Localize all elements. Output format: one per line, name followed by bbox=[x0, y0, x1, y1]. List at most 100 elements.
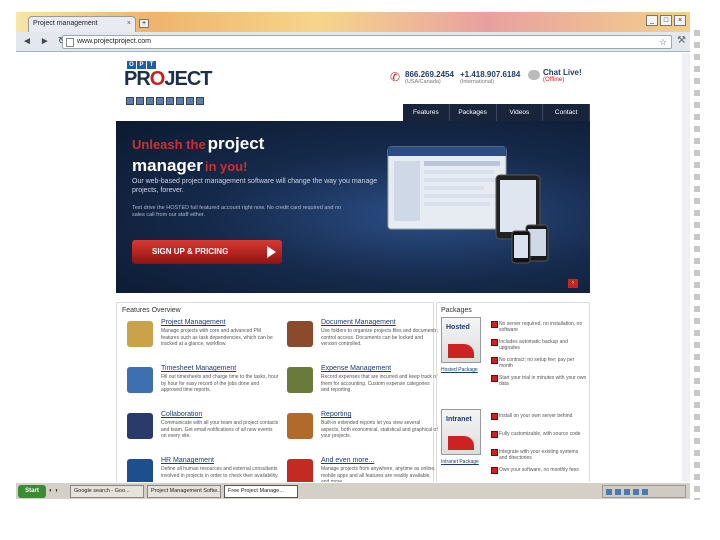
feature-item[interactable]: Timesheet Management Fill out timesheets … bbox=[123, 365, 278, 411]
feature-title[interactable]: Expense Management bbox=[321, 365, 391, 372]
package-item[interactable]: Intranet Intranet Package bbox=[441, 409, 485, 465]
package-feature-check: Start your trial in minutes with your ow… bbox=[491, 375, 587, 387]
start-button[interactable]: Start bbox=[18, 484, 46, 498]
feature-item[interactable]: Document Management Use folders to organi… bbox=[283, 319, 439, 365]
package-feature-check: No contract; no setup fee; pay per month bbox=[491, 357, 587, 369]
bookmark-star-icon[interactable]: ☆ bbox=[659, 37, 667, 48]
tab-title: Project management bbox=[33, 20, 98, 27]
back-icon[interactable]: ◄ bbox=[22, 36, 32, 47]
chat-live-link[interactable]: Chat Live! (Offline) bbox=[543, 68, 582, 83]
feature-title[interactable]: Timesheet Management bbox=[161, 365, 236, 372]
phone-usa: 866.269.2454 (USA/Canada) bbox=[405, 70, 454, 85]
feature-item[interactable]: Collaboration Communicate with all your t… bbox=[123, 411, 278, 457]
facebook-icon[interactable] bbox=[176, 97, 184, 105]
package-box-image: Intranet bbox=[441, 409, 481, 455]
feature-description: Use folders to organize projects files a… bbox=[321, 328, 439, 347]
feature-title[interactable]: Project Management bbox=[161, 319, 226, 326]
feature-item[interactable]: Expense Management Record expenses that a… bbox=[283, 365, 438, 411]
package-feature-check: Integrate with your existing systems and… bbox=[491, 449, 587, 461]
slide-next-button[interactable]: › bbox=[568, 279, 578, 288]
feature-description: Record expenses that are incurred and ke… bbox=[321, 374, 438, 393]
tray-icon[interactable] bbox=[642, 488, 648, 495]
features-overview: Features Overview Project Management Mana… bbox=[116, 302, 439, 495]
packages-heading: Packages bbox=[441, 307, 472, 314]
package-link[interactable]: Intranet Package bbox=[441, 459, 485, 465]
hero-headline: Unleash the project manager in you! bbox=[132, 134, 265, 175]
features-heading: Features Overview bbox=[122, 307, 181, 314]
web-page: O P T PROJECT ✆ 866.269.2454 (USA/Canada… bbox=[16, 53, 690, 495]
wrench-menu-icon[interactable]: ⚒ bbox=[677, 35, 686, 46]
taskbar-item-active[interactable]: Free Project Manage... bbox=[224, 484, 298, 498]
taskbar-item[interactable]: Project Management Softw... bbox=[147, 484, 221, 498]
feature-title[interactable]: And even more... bbox=[321, 457, 374, 464]
twitter-icon[interactable] bbox=[156, 97, 164, 105]
browser-tab[interactable]: Project management × bbox=[28, 16, 136, 32]
package-link[interactable]: Hosted Package bbox=[441, 367, 485, 373]
feature-icon bbox=[127, 413, 153, 439]
package-feature-check: Install on your own server behind bbox=[491, 413, 587, 420]
title-bar: Project management × + _ □ × bbox=[16, 12, 690, 32]
package-feature-check: Includes automatic backup and upgrades bbox=[491, 339, 587, 351]
taskbar-item[interactable]: Google search - Goo... bbox=[70, 484, 144, 498]
feature-description: Manage projects with core and advanced P… bbox=[161, 328, 273, 347]
digg-icon[interactable] bbox=[186, 97, 194, 105]
feature-icon bbox=[287, 413, 313, 439]
new-tab-button[interactable]: + bbox=[139, 19, 149, 28]
phone-icon: ✆ bbox=[390, 70, 401, 84]
desktop-edge-strip bbox=[694, 30, 700, 500]
minimize-icon[interactable]: _ bbox=[646, 15, 658, 26]
feature-title[interactable]: HR Management bbox=[161, 457, 214, 464]
nav-features[interactable]: Features bbox=[403, 104, 450, 121]
google-icon[interactable] bbox=[166, 97, 174, 105]
close-tab-icon[interactable]: × bbox=[127, 20, 131, 27]
tray-icon[interactable] bbox=[624, 488, 630, 495]
feature-title[interactable]: Document Management bbox=[321, 319, 396, 326]
maximize-icon[interactable]: □ bbox=[660, 15, 672, 26]
feature-item[interactable]: Project Management Manage projects with c… bbox=[123, 319, 278, 365]
nav-packages[interactable]: Packages bbox=[450, 104, 497, 121]
main-nav: Features Packages Videos Contact bbox=[403, 104, 590, 121]
chat-bubble-icon bbox=[528, 70, 540, 80]
tray-icon[interactable] bbox=[606, 488, 612, 495]
delicious-icon[interactable] bbox=[136, 97, 144, 105]
package-box-image: Hosted bbox=[441, 317, 481, 363]
address-text: www.projectproject.com bbox=[77, 38, 151, 45]
phone-international: +1.418.907.6184 (International) bbox=[460, 70, 521, 85]
arrow-right-icon bbox=[267, 246, 276, 258]
nav-contact[interactable]: Contact bbox=[543, 104, 590, 121]
nav-videos[interactable]: Videos bbox=[497, 104, 544, 121]
windows-taskbar: Start ◐ ◑ Google search - Goo... Project… bbox=[16, 482, 690, 499]
feature-item[interactable]: Reporting Built-in extended reports let y… bbox=[283, 411, 438, 457]
hero-banner: Unleash the project manager in you! Our … bbox=[116, 121, 590, 293]
hero-subparagraph: Test drive the HOSTED full featured acco… bbox=[132, 205, 342, 218]
window-controls: _ □ × bbox=[646, 15, 686, 26]
feature-title[interactable]: Reporting bbox=[321, 411, 351, 418]
quick-launch-icons[interactable]: ◐ ◑ bbox=[49, 485, 67, 498]
feature-icon bbox=[287, 321, 313, 347]
forward-icon[interactable]: ► bbox=[40, 36, 50, 47]
signup-pricing-button[interactable]: SIGN UP & PRICING bbox=[132, 240, 282, 264]
rss-icon[interactable] bbox=[196, 97, 204, 105]
package-box-label: Intranet bbox=[446, 416, 472, 423]
tray-icon[interactable] bbox=[615, 488, 621, 495]
social-icons bbox=[126, 97, 204, 105]
browser-window: Project management × + _ □ × ◄ ► ↻ www.p… bbox=[16, 12, 690, 499]
package-box-label: Hosted bbox=[446, 324, 470, 331]
system-tray bbox=[602, 485, 686, 498]
linkedin-icon[interactable] bbox=[146, 97, 154, 105]
feature-icon bbox=[127, 321, 153, 347]
hero-paragraph: Our web-based project management softwar… bbox=[132, 178, 378, 194]
browser-toolbar: ◄ ► ↻ www.projectproject.com ☆ ⚒ bbox=[16, 32, 690, 52]
tray-icon[interactable] bbox=[633, 488, 639, 495]
feature-title[interactable]: Collaboration bbox=[161, 411, 202, 418]
packages-panel: Packages Hosted Hosted Package No server r… bbox=[436, 302, 590, 495]
vertical-scrollbar[interactable] bbox=[682, 53, 690, 495]
address-bar[interactable]: www.projectproject.com ☆ bbox=[62, 35, 672, 49]
feature-description: Built-in extended reports let you view s… bbox=[321, 420, 438, 439]
share-icon[interactable] bbox=[126, 97, 134, 105]
site-logo[interactable]: O P T PROJECT bbox=[124, 61, 212, 89]
feature-description: Communicate with all your team and proje… bbox=[161, 420, 279, 439]
package-item[interactable]: Hosted Hosted Package bbox=[441, 317, 485, 373]
close-window-icon[interactable]: × bbox=[674, 15, 686, 26]
feature-icon bbox=[127, 367, 153, 393]
